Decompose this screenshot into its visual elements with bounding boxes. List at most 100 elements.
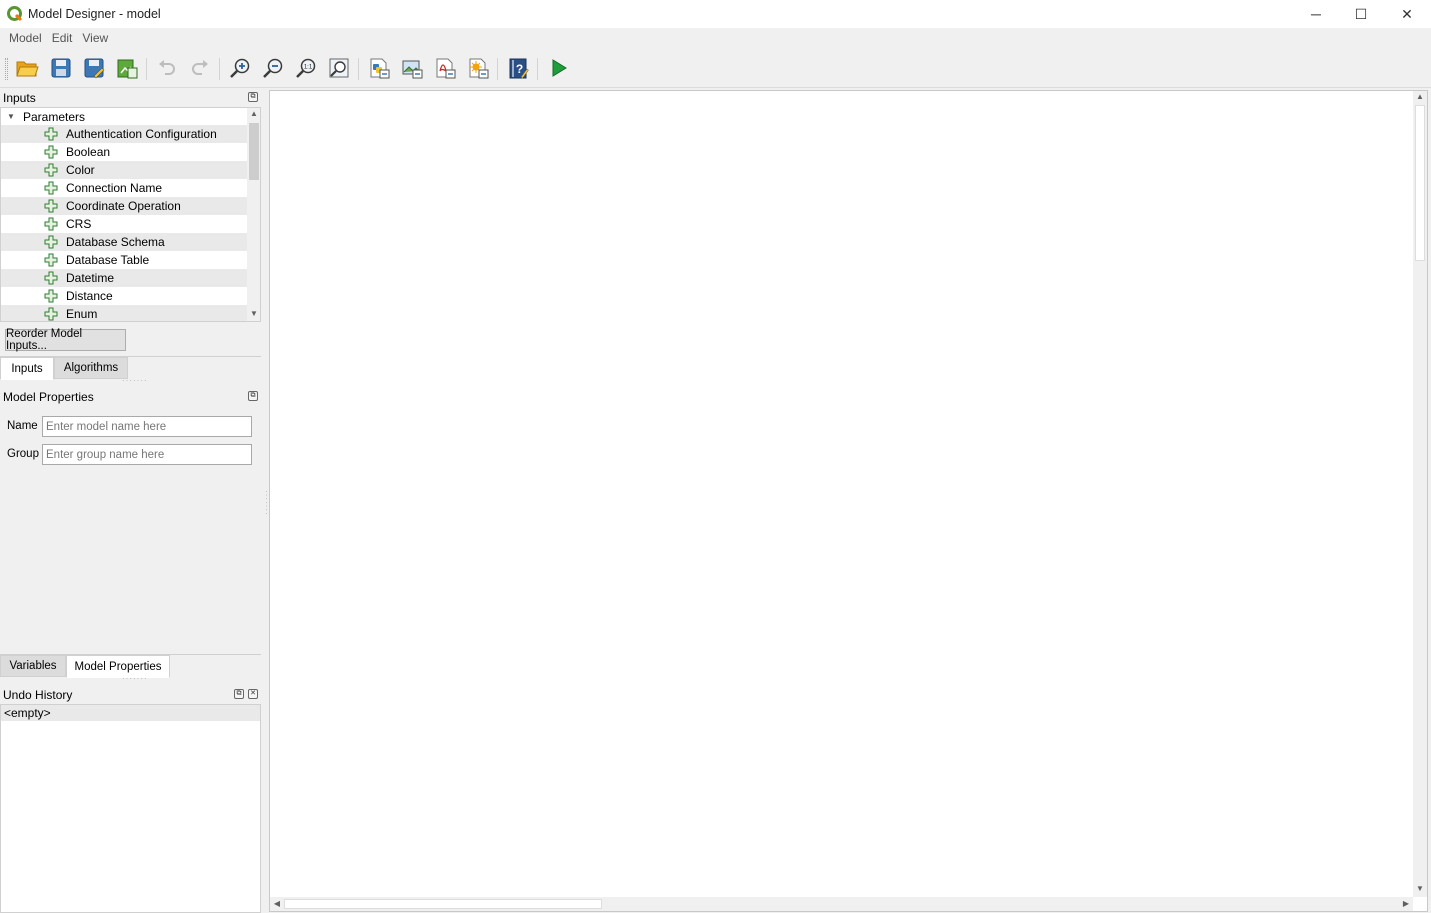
canvas-vertical-scrollbar[interactable]: ▲ ▼ <box>1413 91 1427 897</box>
menu-model[interactable]: Model <box>4 31 47 45</box>
toolbar-separator <box>219 58 220 80</box>
scroll-down-arrow-icon[interactable]: ▼ <box>1413 884 1427 893</box>
tree-parent-parameters[interactable]: ▼ Parameters <box>1 108 247 125</box>
run-model-button[interactable] <box>545 55 571 81</box>
parameter-item-connection-name[interactable]: Connection Name <box>1 179 247 197</box>
window-title: Model Designer - model <box>28 7 161 21</box>
scroll-up-arrow-icon[interactable]: ▲ <box>247 109 260 118</box>
parameter-item-coordinate-operation[interactable]: Coordinate Operation <box>1 197 247 215</box>
undo-icon <box>159 60 175 75</box>
zoom-in-button[interactable] <box>227 55 253 81</box>
toolbar: 1:1 ? <box>0 48 1431 88</box>
parameter-item-datetime[interactable]: Datetime <box>1 269 247 287</box>
model-properties-panel-title: Model Properties <box>3 390 94 404</box>
parameter-item-database-schema[interactable]: Database Schema <box>1 233 247 251</box>
open-model-button[interactable] <box>14 55 40 81</box>
svg-text:1:1: 1:1 <box>304 65 313 71</box>
export-pdf-button[interactable] <box>432 55 458 81</box>
tab-model-properties[interactable]: Model Properties <box>66 655 170 678</box>
add-parameter-icon <box>44 145 58 159</box>
parameter-label: Enum <box>66 307 98 321</box>
toolbar-separator <box>358 58 359 80</box>
canvas-vscroll-thumb[interactable] <box>1415 105 1425 261</box>
toolbar-grip[interactable] <box>5 58 8 80</box>
zoom-actual-button[interactable]: 1:1 <box>293 55 319 81</box>
folder-open-icon <box>16 61 39 77</box>
menu-bar: Model Edit View <box>0 28 1431 48</box>
zoom-out-button[interactable] <box>260 55 286 81</box>
zoom-full-button[interactable] <box>326 55 352 81</box>
float-panel-icon[interactable]: ⧉ <box>234 689 244 699</box>
parameter-item-authentication-configuration[interactable]: Authentication Configuration <box>1 125 247 143</box>
parameter-label: Datetime <box>66 271 115 285</box>
scroll-right-arrow-icon[interactable]: ▶ <box>1399 899 1413 908</box>
tree-scroll-thumb[interactable] <box>249 123 259 180</box>
reorder-model-inputs-button[interactable]: Reorder Model Inputs... <box>5 328 126 352</box>
tab-variables[interactable]: Variables <box>0 655 66 677</box>
parameter-item-crs[interactable]: CRS <box>1 215 247 233</box>
save-as-icon <box>84 58 105 79</box>
parameter-item-distance[interactable]: Distance <box>1 287 247 305</box>
model-name-input[interactable] <box>42 416 252 437</box>
tab-inputs[interactable]: Inputs <box>0 357 54 380</box>
parameter-item-enum[interactable]: Enum <box>1 305 247 321</box>
export-image-button[interactable] <box>399 55 425 81</box>
parameter-label: Color <box>66 163 95 177</box>
add-parameter-icon <box>44 127 58 141</box>
scroll-down-arrow-icon[interactable]: ▼ <box>247 309 260 318</box>
edit-help-button[interactable]: ? <box>505 55 531 81</box>
add-parameter-icon <box>44 253 58 267</box>
canvas-horizontal-scrollbar[interactable]: ◀ ▶ <box>270 897 1413 911</box>
parameter-label: Database Table <box>66 253 150 267</box>
save-in-project-button[interactable] <box>114 55 140 81</box>
inputs-panel-title: Inputs <box>3 91 36 105</box>
svg-text:?: ? <box>516 62 523 76</box>
export-svg-icon <box>469 58 489 79</box>
save-as-button[interactable] <box>81 55 107 81</box>
splitter-handle[interactable]: ······· <box>122 376 148 385</box>
minimize-button[interactable]: ─ <box>1293 0 1339 28</box>
collapse-arrow-icon[interactable]: ▼ <box>7 112 17 121</box>
zoom-out-icon <box>263 58 283 78</box>
menu-edit[interactable]: Edit <box>47 31 78 45</box>
export-svg-button[interactable] <box>465 55 491 81</box>
close-panel-icon[interactable]: ✕ <box>248 689 258 699</box>
scroll-up-arrow-icon[interactable]: ▲ <box>1413 92 1427 101</box>
splitter-handle[interactable]: ······· <box>122 674 148 683</box>
undo-button[interactable] <box>154 55 180 81</box>
parameters-tree: ▼ Parameters Authentication Configuratio… <box>0 107 261 322</box>
close-button[interactable]: ✕ <box>1384 0 1430 28</box>
tree-scrollbar[interactable]: ▲ ▼ <box>247 108 260 321</box>
undo-history-list: <empty> <box>0 704 261 913</box>
float-panel-icon[interactable]: ⧉ <box>248 92 258 102</box>
toolbar-separator <box>537 58 538 80</box>
group-name-input[interactable] <box>42 444 252 465</box>
canvas-hscroll-thumb[interactable] <box>284 899 602 909</box>
undo-history-entry[interactable]: <empty> <box>1 705 260 721</box>
save-model-button[interactable] <box>48 55 74 81</box>
parameter-label: Connection Name <box>66 181 163 195</box>
export-python-button[interactable] <box>366 55 392 81</box>
float-panel-icon[interactable]: ⧉ <box>248 391 258 401</box>
title-bar: Model Designer - model ─ ☐ ✕ <box>0 0 1431 28</box>
parameter-item-database-table[interactable]: Database Table <box>1 251 247 269</box>
redo-button[interactable] <box>187 55 213 81</box>
maximize-button[interactable]: ☐ <box>1338 0 1384 28</box>
add-parameter-icon <box>44 217 58 231</box>
parameter-item-color[interactable]: Color <box>1 161 247 179</box>
zoom-in-icon <box>230 58 250 78</box>
parameter-item-boolean[interactable]: Boolean <box>1 143 247 161</box>
scroll-left-arrow-icon[interactable]: ◀ <box>270 899 284 908</box>
save-icon <box>51 58 71 78</box>
redo-icon <box>192 60 208 75</box>
add-parameter-icon <box>44 235 58 249</box>
parameter-label: CRS <box>66 217 92 231</box>
export-image-icon <box>402 60 423 79</box>
add-parameter-icon <box>44 271 58 285</box>
tab-algorithms[interactable]: Algorithms <box>54 357 128 379</box>
undo-history-panel-title: Undo History <box>3 688 73 702</box>
parameter-label: Coordinate Operation <box>66 199 181 213</box>
model-canvas[interactable]: ▲ ▼ ◀ ▶ <box>269 90 1428 912</box>
menu-view[interactable]: View <box>77 31 113 45</box>
add-parameter-icon <box>44 163 58 177</box>
